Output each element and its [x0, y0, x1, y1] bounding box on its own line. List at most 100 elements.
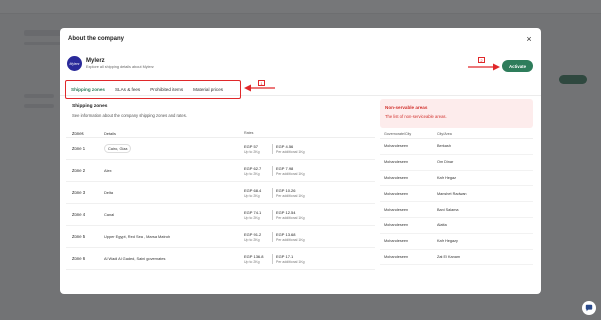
- table-row: Zone 3 Delta EGP 68.4 Up to 2Kg EGP 10.26 Per…: [66, 182, 375, 204]
- table-row: Mohandeseen Kafr Hegaz: [380, 171, 533, 187]
- company-name: Mylerz: [86, 58, 105, 64]
- zone-rates: EGP 91.2 Up to 2Kg EGP 13.68 Per additional…: [244, 231, 375, 242]
- table-row: Zone 4 Canal EGP 74.1 Up to 2Kg EGP 12.54 Per…: [66, 204, 375, 226]
- additional-rate-note: Per additional 1Kg: [276, 215, 305, 220]
- area-cell: Berkash: [437, 144, 451, 149]
- arrow-right-icon: [468, 63, 500, 71]
- zone-details-text: Cairo, Giza: [104, 144, 132, 153]
- base-rate: EGP 68.4: [244, 187, 262, 193]
- table-row: Mohandeseen Berkash: [380, 139, 533, 155]
- zone-details: Upper Egypt, Red Sea , Marsa Matroh: [104, 234, 244, 239]
- shipping-zones-table: Zones Details Rates Zone 1 Cairo, Giza EGP…: [66, 129, 375, 270]
- additional-rate-note: Per additional 1Kg: [276, 193, 305, 198]
- zone-rates: EGP 68.4 Up to 2Kg EGP 10.26 Per additional…: [244, 187, 375, 198]
- arrow-left-icon: [244, 84, 275, 92]
- table-header: Zones Details Rates: [66, 129, 375, 138]
- base-rate: EGP 91.2: [244, 231, 262, 237]
- governorate-cell: Mohandeseen: [384, 254, 409, 259]
- zone-details-text: Al Wadi Al Gaded, Saini governates: [104, 256, 166, 261]
- table-row: Mohandeseen Zat El Kanam: [380, 250, 533, 266]
- zone-details: Al Wadi Al Gaded, Saini governates: [104, 256, 244, 261]
- base-rate-note: Up to 2Kg: [244, 259, 260, 264]
- table-row: Mohandeseen Alatta: [380, 218, 533, 234]
- non-serviceable-table: Governorate/City City/Area Mohandeseen Be…: [380, 130, 533, 266]
- column-header-details: Details: [104, 130, 116, 136]
- column-header-rates: Rates: [244, 131, 254, 135]
- tabs-highlight-box: [65, 80, 241, 99]
- shipping-zones-title: Shipping zones: [72, 104, 108, 109]
- base-rate: EGP 136.8: [244, 253, 264, 259]
- additional-rate: EGP 12.54: [276, 209, 296, 215]
- table-row: Zone 2 Alex EGP 62.7 Up to 2Kg EGP 7.98 Per a…: [66, 160, 375, 182]
- modal-title: About the company: [68, 36, 125, 42]
- chat-icon: [585, 304, 593, 312]
- base-rate: EGP 62.7: [244, 165, 262, 171]
- zone-rates: EGP 57 Up to 2Kg EGP 4.56 Per additional 1K…: [244, 143, 375, 154]
- zone-name: Zone 3: [72, 190, 86, 195]
- zone-name: Zone 4: [72, 212, 86, 217]
- area-cell: Kafr Hegazy: [437, 239, 458, 244]
- zone-details: Delta: [104, 190, 244, 195]
- zone-details-text: Upper Egypt, Red Sea , Marsa Matroh: [104, 234, 171, 239]
- zone-name: Zone 2: [72, 168, 86, 173]
- governorate-cell: Mohandeseen: [384, 207, 409, 212]
- zone-rates: EGP 136.8 Up to 2Kg EGP 17.1 Per additional…: [244, 253, 375, 264]
- base-rate-note: Up to 2Kg: [244, 237, 260, 242]
- additional-rate: EGP 17.1: [276, 253, 294, 259]
- non-serviceable-banner: Non-servable areas The list of non-servi…: [380, 99, 533, 128]
- base-rate-note: Up to 2Kg: [244, 149, 260, 154]
- area-cell: Alatta: [437, 223, 447, 228]
- additional-rate: EGP 4.56: [276, 143, 294, 149]
- activate-button[interactable]: Activate: [502, 60, 533, 72]
- area-cell: Bani Salama: [437, 207, 459, 212]
- zone-details-text: Canal: [104, 212, 115, 217]
- additional-rate-note: Per additional 1Kg: [276, 171, 305, 176]
- additional-rate-note: Per additional 1Kg: [276, 149, 305, 154]
- chat-button[interactable]: [582, 301, 596, 315]
- zone-rates: EGP 74.1 Up to 2Kg EGP 12.54 Per additional…: [244, 209, 375, 220]
- governorate-cell: Mohandeseen: [384, 175, 409, 180]
- shipping-zones-section: Shipping zones See information about the…: [66, 99, 375, 270]
- base-rate-note: Up to 2Kg: [244, 171, 260, 176]
- zone-details-text: Delta: [104, 190, 114, 195]
- area-cell: Zat El Kanam: [437, 254, 461, 259]
- additional-rate-note: Per additional 1Kg: [276, 237, 305, 242]
- column-header-governorate: Governorate/City: [384, 132, 412, 136]
- additional-rate: EGP 7.98: [276, 165, 294, 171]
- governorate-cell: Mohandeseen: [384, 191, 409, 196]
- area-cell: Kafr Hegaz: [437, 175, 456, 180]
- base-rate-note: Up to 2Kg: [244, 193, 260, 198]
- area-cell: Manshet Radwan: [437, 191, 467, 196]
- table-row: Zone 5 Upper Egypt, Red Sea , Marsa Matro…: [66, 226, 375, 248]
- base-rate: EGP 74.1: [244, 209, 262, 215]
- zone-details: Alex: [104, 168, 244, 173]
- column-header-area: City/Area: [437, 132, 452, 136]
- table-row: Zone 1 Cairo, Giza EGP 57 Up to 2Kg EGP 4.56…: [66, 138, 375, 160]
- zone-details-text: Alex: [104, 168, 112, 173]
- zone-name: Zone 1: [72, 146, 86, 151]
- table-header: Governorate/City City/Area: [380, 130, 533, 139]
- column-header-zones: Zones: [72, 130, 84, 136]
- non-serviceable-title: Non-servable areas: [385, 105, 428, 110]
- governorate-cell: Mohandeseen: [384, 144, 409, 149]
- table-row: Zone 6 Al Wadi Al Gaded, Saini governates…: [66, 248, 375, 270]
- table-row: Mohandeseen Kafr Hegazy: [380, 234, 533, 250]
- area-cell: Om Dinar: [437, 160, 454, 165]
- governorate-cell: Mohandeseen: [384, 223, 409, 228]
- governorate-cell: Mohandeseen: [384, 160, 409, 165]
- base-rate-note: Up to 2Kg: [244, 215, 260, 220]
- company-logo: Mylerz: [67, 56, 82, 71]
- governorate-cell: Mohandeseen: [384, 239, 409, 244]
- zone-rates: EGP 62.7 Up to 2Kg EGP 7.98 Per additional …: [244, 165, 375, 176]
- additional-rate: EGP 13.68: [276, 231, 296, 237]
- non-serviceable-subtitle: The list of non-serviceable areas.: [385, 114, 447, 119]
- table-row: Mohandeseen Manshet Radwan: [380, 186, 533, 203]
- company-subtitle: Explore all shipping details about Myler…: [86, 65, 154, 69]
- about-company-modal: About the company × Mylerz Mylerz Explor…: [60, 28, 541, 294]
- shipping-zones-subtitle: See information about the company shippi…: [72, 113, 187, 118]
- base-rate: EGP 57: [244, 143, 258, 149]
- additional-rate-note: Per additional 1Kg: [276, 259, 305, 264]
- zone-details: Cairo, Giza: [104, 144, 244, 153]
- zone-name: Zone 5: [72, 234, 86, 239]
- close-button[interactable]: ×: [524, 34, 534, 44]
